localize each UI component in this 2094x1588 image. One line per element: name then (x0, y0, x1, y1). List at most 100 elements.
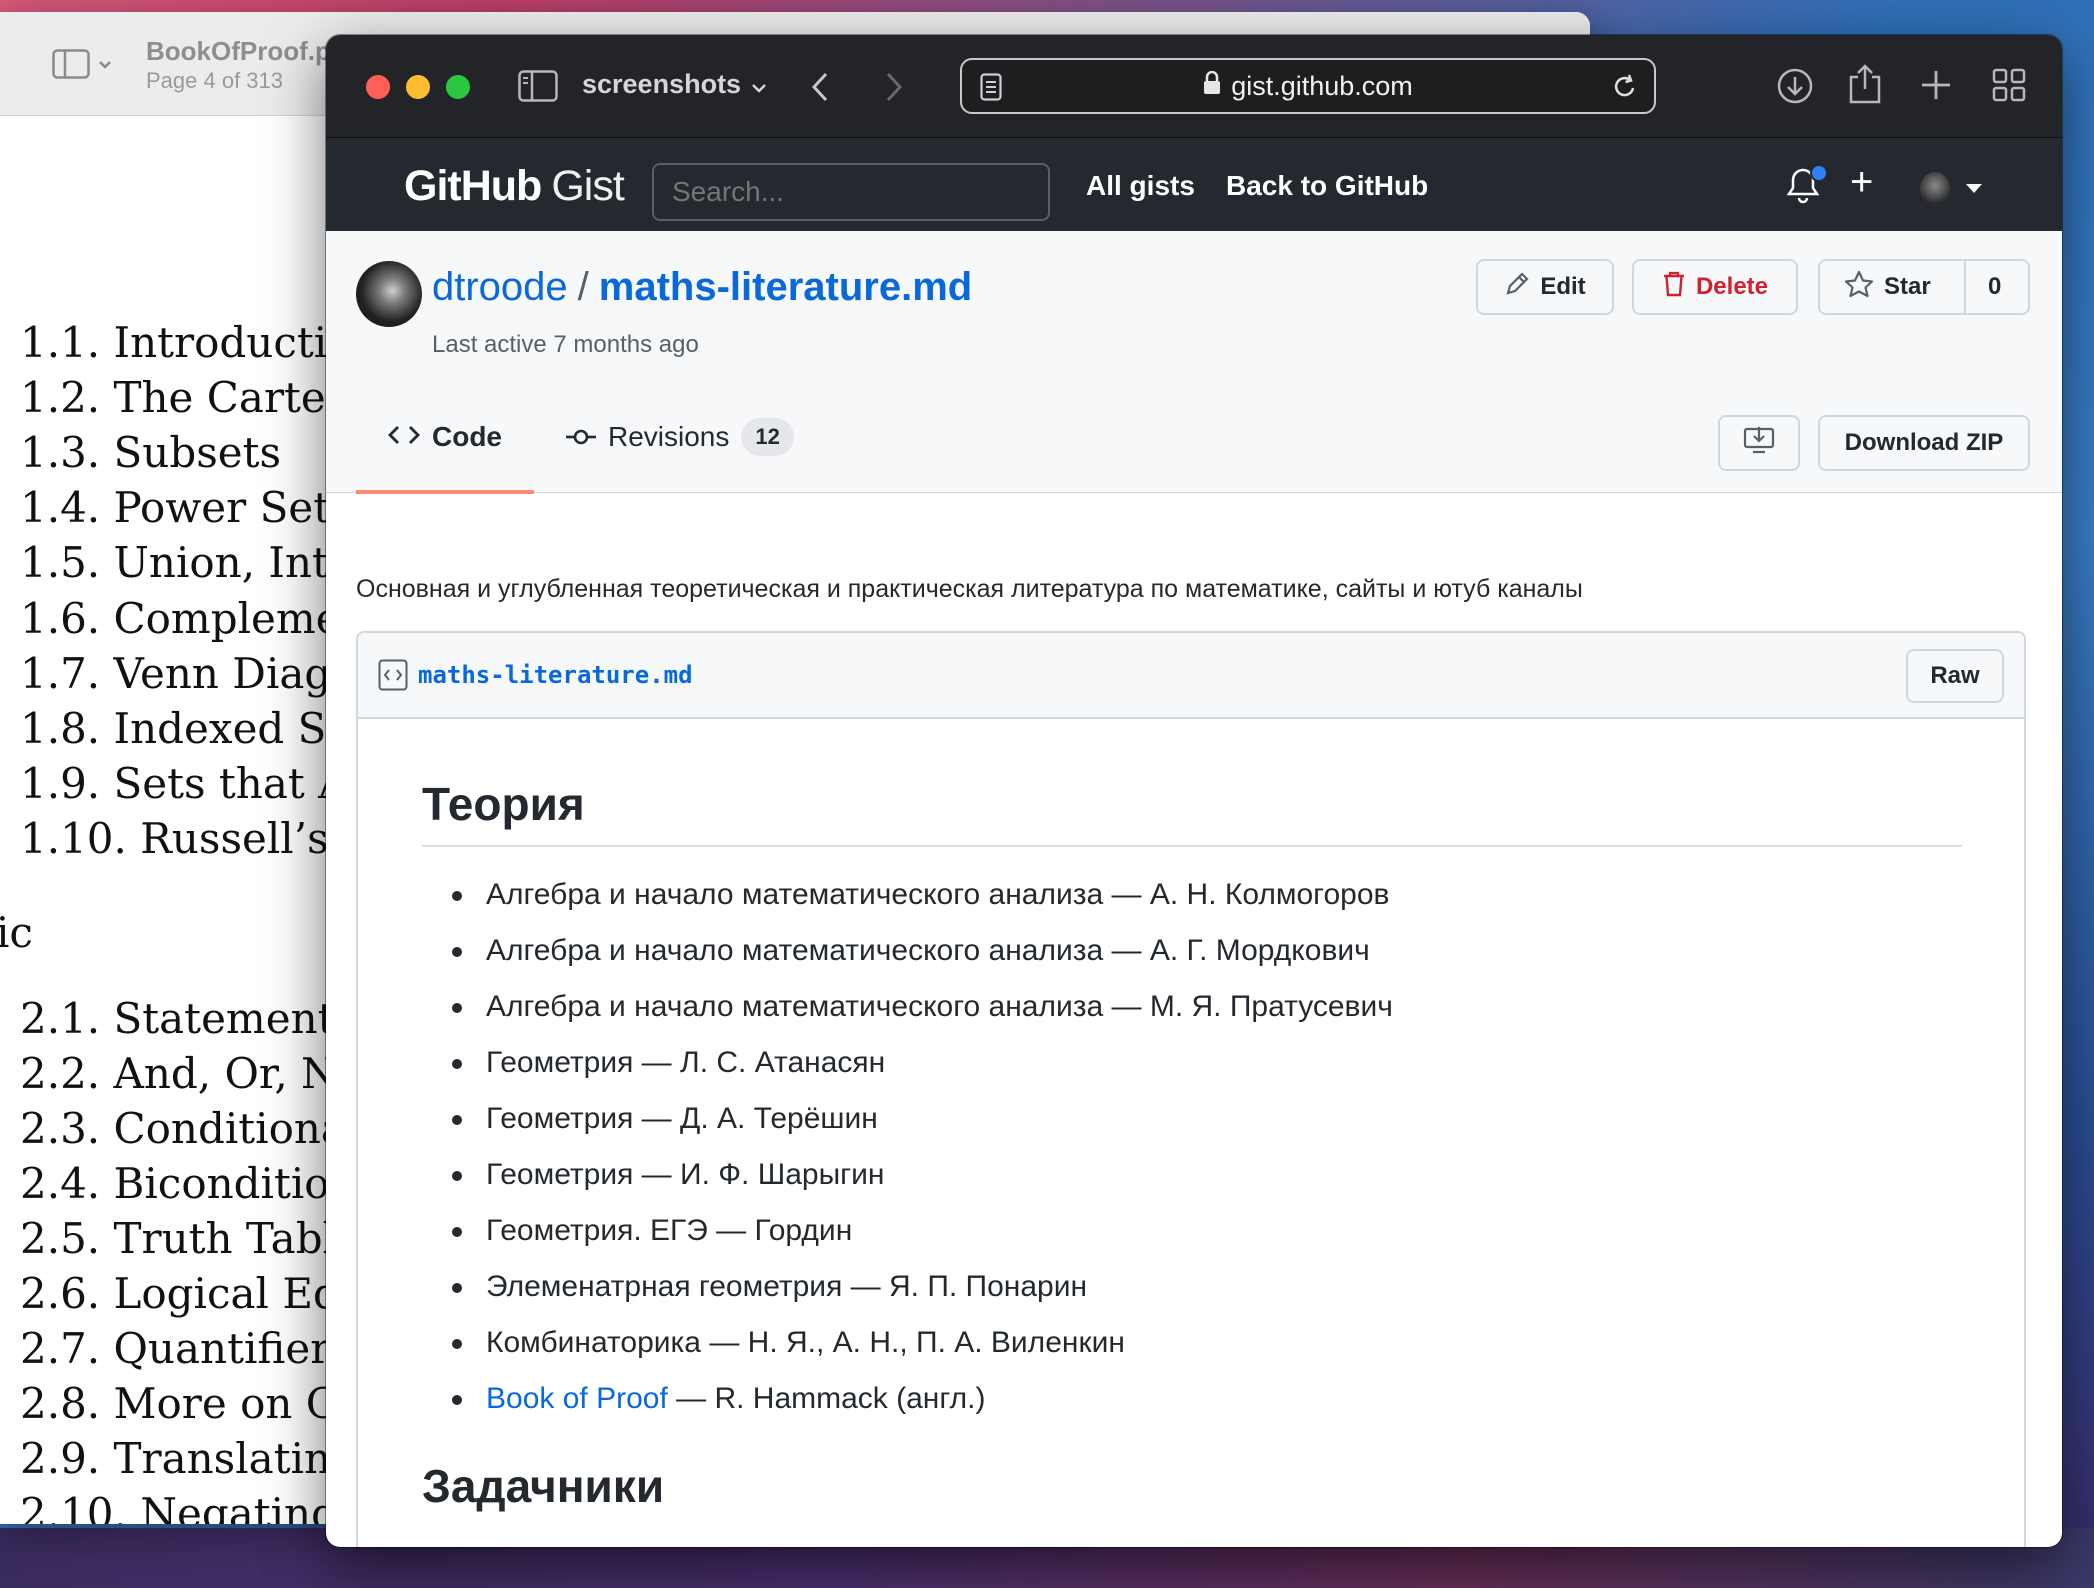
star-icon (1844, 270, 1874, 305)
edit-button[interactable]: Edit (1476, 259, 1614, 315)
star-count: 0 (1988, 273, 2002, 300)
list-item: Геометрия — Д. А. Терёшин (452, 1091, 1962, 1147)
url-text: gist.github.com (1231, 70, 1413, 101)
plus-icon[interactable]: + (1850, 160, 1873, 205)
file-code-icon (378, 659, 408, 696)
gist-header: dtroode / maths-literature.md Last activ… (326, 231, 2062, 494)
chevron-down-icon (98, 57, 112, 75)
new-tab-icon[interactable] (1920, 69, 1952, 101)
owner-link[interactable]: dtroode (432, 265, 568, 310)
gist-name-link[interactable]: maths-literature.md (599, 265, 972, 310)
star-button[interactable]: Star 0 (1818, 259, 2030, 315)
download-icon[interactable] (1776, 67, 1814, 105)
list-item: Алгебра и начало математического анализа… (452, 867, 1962, 923)
delete-label: Delete (1695, 273, 1769, 300)
download-zip-button[interactable]: Download ZIP (1818, 415, 2030, 471)
heading-theory: Теория (422, 777, 1962, 847)
list-item: Комбинаторика — Н. Я., А. Н., П. А. Виле… (452, 1315, 1962, 1371)
delete-button[interactable]: Delete (1632, 259, 1798, 315)
caret-down-icon[interactable] (1966, 184, 1982, 193)
gist-description: Основная и углубленная теоретическая и п… (356, 575, 1583, 603)
tab-revisions-label: Revisions (608, 421, 730, 452)
download-desktop-button[interactable] (1718, 415, 1800, 471)
toc-chapter-fragment: ic (0, 908, 33, 957)
pencil-icon (1504, 271, 1530, 304)
zoom-window-button[interactable] (446, 75, 470, 99)
list-item: Book of Proof — R. Hammack (англ.) (452, 1371, 1962, 1427)
toc-line: 2.3. Conditional (20, 1104, 360, 1153)
heading-problem-books: Задачники (422, 1460, 665, 1512)
share-icon[interactable] (1848, 63, 1882, 105)
safari-toolbar: screenshots gist.github.com (326, 35, 2062, 138)
list-item: Алгебра и начало математического анализа… (452, 923, 1962, 979)
tab-revisions[interactable]: Revisions 12 (534, 381, 826, 493)
sidebar-icon (52, 48, 90, 84)
toc-line: 2.9. Translating (20, 1434, 358, 1483)
toc-line: 2.6. Logical Equ (20, 1269, 367, 1318)
notification-dot (1810, 164, 1828, 182)
trash-icon (1662, 270, 1686, 305)
tab-code-label: Code (432, 421, 502, 452)
reader-icon[interactable] (980, 73, 1002, 108)
reload-icon[interactable] (1612, 73, 1638, 108)
markdown-body: Теория Алгебра и начало математического … (422, 777, 1962, 1547)
toc-line: 1.2. The Cartes (20, 373, 348, 422)
list-item-author: — R. Hammack (англ.) (667, 1382, 986, 1415)
title-separator: / (577, 265, 589, 309)
tab-group-label: screenshots (582, 69, 742, 99)
toc-line: 1.1. Introductio (20, 318, 353, 367)
raw-button[interactable]: Raw (1906, 649, 2004, 703)
toc-line: 1.9. Sets that A (20, 759, 349, 808)
logo-gist-text: Gist (551, 162, 624, 210)
theory-list: Алгебра и начало математического анализа… (452, 867, 1962, 1427)
file-header: maths-literature.md Raw (358, 633, 2024, 719)
book-of-proof-link[interactable]: Book of Proof (486, 1382, 668, 1415)
sidebar-icon[interactable] (518, 70, 558, 102)
github-gist-logo[interactable]: GitHub Gist (404, 162, 625, 211)
pdf-page-indicator: Page 4 of 313 (146, 68, 284, 93)
file-name-link[interactable]: maths-literature.md (418, 661, 693, 689)
pdf-sidebar-toggle[interactable] (52, 48, 122, 84)
code-icon (388, 421, 420, 453)
gist-title: dtroode / maths-literature.md (432, 265, 972, 310)
toc-line: 2.1. Statements (20, 994, 357, 1043)
logo-github-text: GitHub (404, 162, 542, 210)
toc-line: 1.7. Venn Diagr (20, 649, 352, 698)
list-item: Геометрия — Л. С. Атанасян (452, 1035, 1962, 1091)
pdf-title: BookOfProof.p (146, 36, 331, 66)
file-container: maths-literature.md Raw Теория Алгебра и… (356, 631, 2026, 1547)
minimize-window-button[interactable] (406, 75, 430, 99)
toc-line: 1.10. Russell’s F (20, 814, 372, 863)
tab-code[interactable]: Code (356, 381, 534, 494)
back-icon[interactable] (810, 71, 832, 103)
toc-line: 1.8. Indexed Set (20, 704, 369, 753)
star-divider (1964, 259, 1966, 315)
list-item: Геометрия — И. Ф. Шарыгин (452, 1147, 1962, 1203)
nav-all-gists[interactable]: All gists (1086, 170, 1195, 202)
last-active-text: Last active 7 months ago (432, 331, 699, 358)
forward-icon[interactable] (882, 71, 904, 103)
gist-tabs: Code Revisions 12 (356, 381, 826, 494)
toc-line: 2.2. And, Or, No (20, 1049, 364, 1098)
toc-line: 1.6. Complemen (20, 594, 368, 643)
tab-group-selector[interactable]: screenshots (582, 69, 767, 100)
toc-line: 2.4. Bicondition (20, 1159, 357, 1208)
owner-avatar[interactable] (356, 261, 422, 327)
address-bar[interactable]: gist.github.com (960, 58, 1656, 114)
toc-line: 2.8. More on Co (20, 1379, 364, 1428)
toc-line: 2.5. Truth Tabl (20, 1214, 337, 1263)
desktop-download-icon (1743, 425, 1775, 462)
list-item: Геометрия. ЕГЭ — Гордин (452, 1203, 1962, 1259)
safari-window: screenshots gist.github.com GitHub Gist … (326, 35, 2062, 1547)
toc-line: 1.5. Union, Inte (20, 538, 354, 587)
search-input[interactable] (652, 163, 1050, 221)
chevron-down-icon (751, 69, 767, 100)
revisions-counter: 12 (741, 418, 794, 456)
edit-label: Edit (1540, 273, 1586, 300)
avatar[interactable] (1920, 172, 1950, 206)
tab-overview-icon[interactable] (1992, 68, 2026, 102)
list-item: Элеменатрная геометрия — Я. П. Понарин (452, 1259, 1962, 1315)
close-window-button[interactable] (366, 75, 390, 99)
nav-back-to-github[interactable]: Back to GitHub (1226, 170, 1428, 202)
toc-line: 1.4. Power Sets (20, 483, 352, 532)
